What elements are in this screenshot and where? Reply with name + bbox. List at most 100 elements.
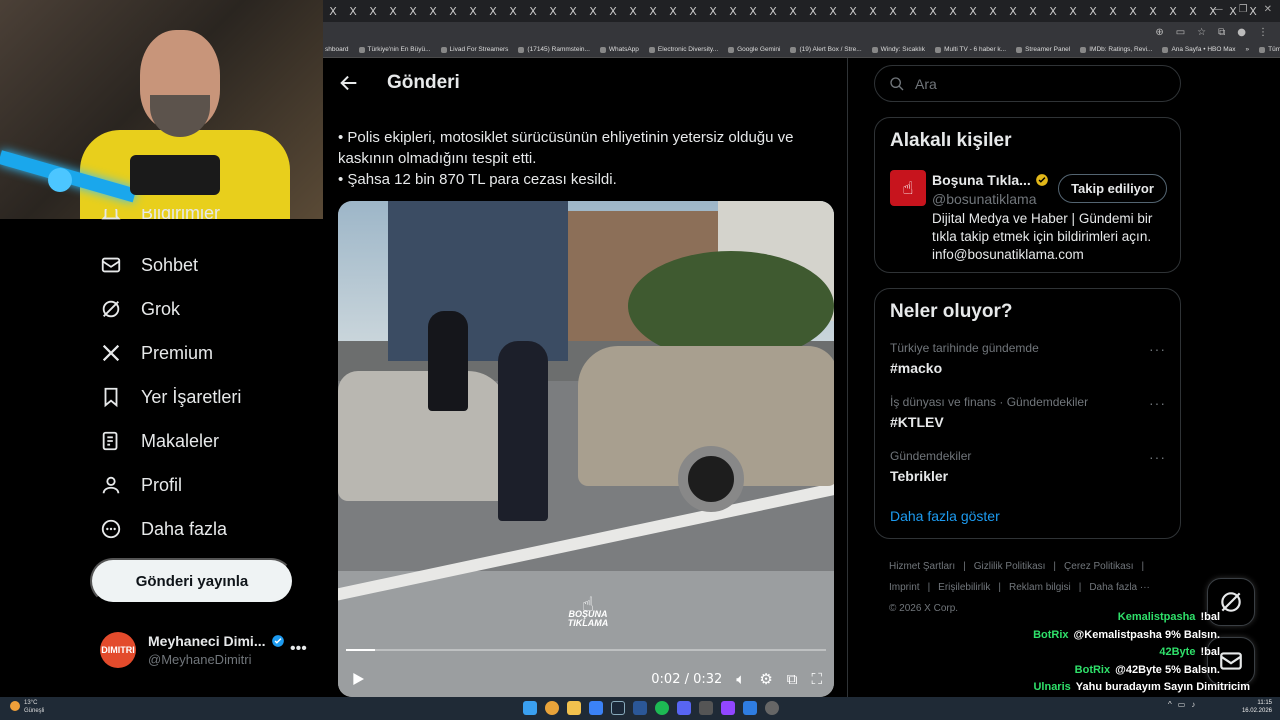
browser-tab[interactable]: X [583,5,603,18]
clock[interactable]: 11:15 16.02.2026 [1242,699,1272,715]
chevron-up-icon[interactable]: ^ [1168,700,1172,709]
weather-widget[interactable]: 13°C Güneşli [10,699,44,715]
browser-tab[interactable]: X [383,5,403,18]
related-name-row[interactable]: Boşuna Tıkla... [932,172,1049,188]
footer-link[interactable]: Reklam bilgisi [1009,582,1071,593]
account-switcher[interactable]: DIMITRI Meyhaneci Dimi... @MeyhaneDimitr… [100,632,307,668]
trend-more-icon[interactable]: ··· [1149,395,1166,411]
search-input[interactable] [915,75,1155,92]
browser-tab[interactable]: X [643,5,663,18]
browser-tab[interactable]: X [703,5,723,18]
bookmark-item[interactable]: Google Gemini [728,46,780,53]
bookmark-item[interactable]: WhatsApp [599,46,639,53]
browser-tab[interactable]: X [323,5,343,18]
star-icon[interactable]: ☆ [1197,27,1206,38]
account-more-icon[interactable]: ••• [290,640,307,658]
footer-link[interactable]: Erişilebilirlik [938,582,990,593]
windows-start-icon[interactable] [523,701,537,715]
bookmark-item[interactable]: Multi TV - 6 haber k... [935,46,1006,53]
browser-tab[interactable]: X [363,5,383,18]
browser-tab[interactable]: X [683,5,703,18]
browser-tab[interactable]: X [743,5,763,18]
steam-icon[interactable] [611,701,625,715]
app-icon[interactable] [589,701,603,715]
browser-tab[interactable]: X [843,5,863,18]
trend-item[interactable]: İş dünyası ve finans · Gündemdekiler #KT… [890,395,1170,430]
app-icon[interactable] [765,701,779,715]
trend-item[interactable]: Türkiye tarihinde gündemde #macko ··· [890,341,1170,376]
trend-more-icon[interactable]: ··· [1149,341,1166,357]
window-controls[interactable]: — ❐ ✕ [1213,4,1272,15]
bookmark-item[interactable]: shboard [325,46,349,53]
browser-tab[interactable]: X [1083,5,1103,18]
browser-tab[interactable]: X [1063,5,1083,18]
nav-item-chat[interactable]: Sohbet [100,254,198,276]
browser-tab[interactable]: X [603,5,623,18]
app-icon[interactable] [699,701,713,715]
browser-tab[interactable]: X [983,5,1003,18]
browser-tab[interactable]: X [803,5,823,18]
browser-tab[interactable]: X [1163,5,1183,18]
browser-tab[interactable]: X [963,5,983,18]
bookmark-item[interactable]: Livad For Streamers [440,46,508,53]
picture-in-picture-icon[interactable]: ⧉ [787,670,798,688]
fullscreen-icon[interactable]: ⛶ [811,670,822,688]
related-avatar[interactable]: ☝ [890,170,926,206]
browser-tab[interactable]: X [563,5,583,18]
app-icon[interactable] [633,701,647,715]
browser-tab[interactable]: X [343,5,363,18]
post-button[interactable]: Gönderi yayınla [90,558,294,604]
search-box[interactable] [874,65,1181,102]
video-player[interactable]: ☝ BOŞUNA TIKLAMA 0:02 / 0:32 🔈︎ ⚙︎ ⧉ ⛶ [338,201,834,697]
chrome-icon[interactable] [545,701,559,715]
nav-item-grok[interactable]: Grok [100,298,180,320]
trend-item[interactable]: Gündemdekiler Tebrikler ··· [890,449,1170,484]
bookmark-item[interactable]: Ana Sayfa • HBO Max [1162,46,1236,53]
following-button[interactable]: Takip ediliyor [1058,174,1167,203]
trend-more-icon[interactable]: ··· [1149,449,1166,465]
nav-item-bookmarks[interactable]: Yer İşaretleri [100,386,241,408]
browser-tab[interactable]: X [503,5,523,18]
browser-tab[interactable]: X [423,5,443,18]
bookmark-item[interactable]: Windy: Sıcaklık [871,46,925,53]
volume-icon[interactable]: 🔈︎ [736,670,745,688]
system-tray[interactable]: ^ ▭ ♪ [1168,700,1195,709]
browser-tab[interactable]: X [883,5,903,18]
browser-tab[interactable]: X [623,5,643,18]
browser-tab[interactable]: X [523,5,543,18]
zoom-icon[interactable]: ⊕ [1155,27,1163,38]
bookmark-item[interactable]: » [1246,46,1250,53]
cast-icon[interactable]: ▭ [1176,27,1185,38]
extensions-icon[interactable]: ⧉ [1218,27,1225,38]
bookmark-item[interactable]: (17145) Rammstein... [518,46,590,53]
network-icon[interactable]: ▭ [1178,700,1186,709]
app-icon[interactable] [743,701,757,715]
browser-tab[interactable]: X [823,5,843,18]
browser-tab[interactable]: X [923,5,943,18]
browser-tab[interactable]: X [483,5,503,18]
nav-item-more[interactable]: Daha fazla [100,518,227,540]
video-progress-bar[interactable] [346,649,826,651]
bookmark-item[interactable]: (19) Alert Box / Stre... [790,46,862,53]
bookmark-item[interactable]: Tüm Yer İşaretleri [1259,46,1280,53]
browser-tab[interactable]: X [1043,5,1063,18]
back-arrow-icon[interactable] [338,72,360,94]
settings-gear-icon[interactable]: ⚙︎ [759,670,772,688]
footer-link[interactable]: Hizmet Şartları [889,561,955,572]
browser-tab[interactable]: X [723,5,743,18]
browser-tab[interactable]: X [443,5,463,18]
bookmark-item[interactable]: Electronic Diversity... [648,46,718,53]
play-icon[interactable] [350,671,366,687]
browser-tab[interactable]: X [903,5,923,18]
browser-tab[interactable]: X [783,5,803,18]
browser-tab[interactable]: X [463,5,483,18]
folder-icon[interactable] [567,701,581,715]
browser-tab[interactable]: X [943,5,963,18]
browser-tab[interactable]: X [763,5,783,18]
profile-icon[interactable]: ● [1237,27,1246,38]
app-icon[interactable] [721,701,735,715]
browser-tab[interactable]: X [1183,5,1203,18]
spotify-icon[interactable] [655,701,669,715]
browser-tab[interactable]: X [403,5,423,18]
browser-tab[interactable]: X [1143,5,1163,18]
